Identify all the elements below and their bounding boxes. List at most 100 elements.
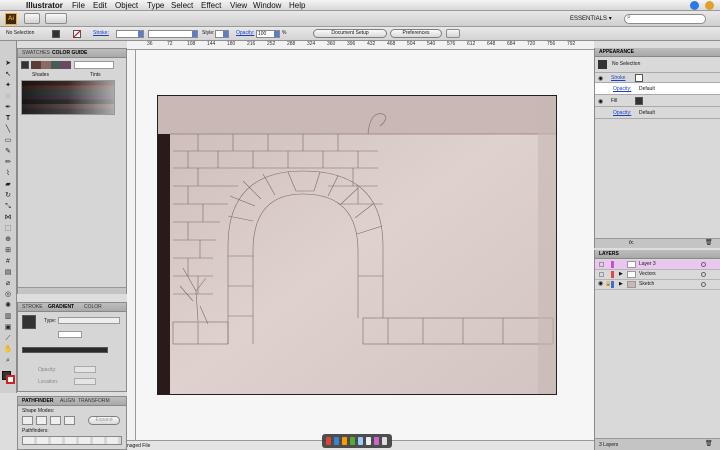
pencil-tool-icon[interactable]: ✏: [3, 158, 13, 167]
fill-row[interactable]: ◉ Fill: [595, 95, 720, 107]
preferences-button[interactable]: Preferences: [390, 29, 442, 38]
expand-triangle-icon[interactable]: ▶: [619, 270, 623, 279]
variable-width-dropdown[interactable]: [148, 30, 198, 38]
fill-row-label[interactable]: Fill: [611, 98, 617, 104]
appearance-title[interactable]: APPEARANCE: [599, 49, 634, 56]
arrange-documents-button[interactable]: [45, 13, 67, 24]
dock-app-icon[interactable]: [358, 437, 363, 445]
sketch-photo[interactable]: [157, 95, 557, 395]
zoom-tool-icon[interactable]: ⌕: [3, 356, 13, 365]
dock-app-icon[interactable]: [326, 437, 331, 445]
app-menu[interactable]: Illustrator: [26, 0, 63, 11]
eyedropper-tool-icon[interactable]: ⌀: [3, 279, 13, 288]
width-tool-icon[interactable]: ⋈: [3, 213, 13, 222]
harmony-strip[interactable]: [31, 61, 71, 69]
menu-select[interactable]: Select: [171, 0, 193, 11]
visibility-toggle[interactable]: [599, 272, 604, 277]
pathfinder-buttons[interactable]: [22, 436, 122, 445]
layer-name[interactable]: Sketch: [639, 280, 654, 289]
direct-selection-tool-icon[interactable]: ↖: [3, 70, 13, 79]
layer-row[interactable]: ▶ Vectors: [595, 270, 720, 280]
dock-app-icon[interactable]: [366, 437, 371, 445]
stroke-label[interactable]: Stroke:: [93, 30, 109, 37]
exclude-button[interactable]: [64, 416, 75, 425]
shape-builder-tool-icon[interactable]: ⊕: [3, 235, 13, 244]
blend-tool-icon[interactable]: ◎: [3, 290, 13, 299]
lasso-tool-icon[interactable]: ◌: [3, 92, 13, 101]
mesh-tool-icon[interactable]: #: [3, 257, 13, 266]
minus-front-button[interactable]: [36, 416, 47, 425]
unite-button[interactable]: [22, 416, 33, 425]
stroke-swatch[interactable]: [73, 30, 81, 38]
fx-button[interactable]: fx.: [629, 240, 634, 246]
line-tool-icon[interactable]: ╲: [3, 125, 13, 134]
hand-tool-icon[interactable]: ✋: [3, 345, 13, 354]
layer-name[interactable]: Layer 3: [639, 260, 656, 269]
menu-extra-icon[interactable]: [705, 1, 714, 10]
artboard-tool-icon[interactable]: ▣: [3, 323, 13, 332]
rectangle-tool-icon[interactable]: ▭: [3, 136, 13, 145]
tab-gradient[interactable]: GRADIENT: [48, 304, 74, 311]
dock-app-icon[interactable]: [374, 437, 379, 445]
layer-row[interactable]: Layer 3: [595, 260, 720, 270]
layers-title[interactable]: LAYERS: [599, 251, 619, 258]
menu-edit[interactable]: Edit: [93, 0, 107, 11]
blob-brush-tool-icon[interactable]: ⌇: [3, 169, 13, 178]
eraser-tool-icon[interactable]: ▰: [3, 180, 13, 189]
harmony-rules-dropdown[interactable]: [74, 61, 114, 69]
expand-button[interactable]: Expand: [88, 416, 120, 425]
pen-tool-icon[interactable]: ✒: [3, 103, 13, 112]
gradient-angle-field[interactable]: [58, 331, 82, 338]
visibility-toggle[interactable]: [599, 262, 604, 267]
free-transform-tool-icon[interactable]: ⬚: [3, 224, 13, 233]
graph-tool-icon[interactable]: ▥: [3, 312, 13, 321]
menu-effect[interactable]: Effect: [201, 0, 221, 11]
tab-transform[interactable]: TRANSFORM: [78, 398, 110, 405]
stroke-none-swatch[interactable]: [635, 74, 643, 82]
fill-swatch[interactable]: [52, 30, 60, 38]
intersect-button[interactable]: [50, 416, 61, 425]
trash-icon[interactable]: 🗑: [705, 440, 713, 447]
target-icon[interactable]: [701, 282, 706, 287]
stroke-weight-dropdown[interactable]: [116, 30, 144, 38]
scale-tool-icon[interactable]: ⤡: [3, 202, 13, 211]
type-tool-icon[interactable]: T: [3, 114, 13, 123]
fill-opacity-label[interactable]: Opacity:: [613, 110, 631, 116]
spotlight-icon[interactable]: [690, 1, 699, 10]
color-variations-grid[interactable]: [21, 80, 115, 115]
opacity-field[interactable]: 100: [256, 30, 280, 38]
stroke-opacity-label[interactable]: Opacity:: [613, 86, 631, 92]
opacity-label[interactable]: Opacity:: [236, 30, 254, 37]
menu-view[interactable]: View: [230, 0, 247, 11]
menu-object[interactable]: Object: [115, 0, 138, 11]
document-setup-button[interactable]: Document Setup: [313, 29, 387, 38]
trash-icon[interactable]: 🗑: [705, 239, 713, 246]
slice-tool-icon[interactable]: ⟋: [3, 334, 13, 343]
tab-color-guide[interactable]: COLOR GUIDE: [52, 50, 87, 57]
dock-app-icon[interactable]: [382, 437, 387, 445]
base-color-swatch[interactable]: [21, 61, 29, 69]
tab-swatches[interactable]: SWATCHES: [22, 50, 50, 57]
stroke-row-label[interactable]: Stroke: [611, 75, 625, 81]
gradient-preview[interactable]: [22, 315, 36, 329]
fill-opacity-row[interactable]: Opacity: Default: [595, 107, 720, 119]
gradient-slider[interactable]: [22, 347, 108, 353]
rotate-tool-icon[interactable]: ↻: [3, 191, 13, 200]
dock-app-icon[interactable]: [334, 437, 339, 445]
target-icon[interactable]: [701, 262, 706, 267]
fill-swatch[interactable]: [635, 97, 643, 105]
visibility-eye-icon[interactable]: ◉: [598, 98, 603, 105]
visibility-eye-icon[interactable]: ◉: [598, 75, 603, 82]
stroke-row[interactable]: ◉ Stroke: [595, 72, 720, 83]
arrange-icon-button[interactable]: [446, 29, 460, 38]
tab-color[interactable]: COLOR: [84, 304, 102, 311]
stroke-opacity-row[interactable]: Opacity: Default: [595, 83, 720, 95]
perspective-grid-tool-icon[interactable]: ⊞: [3, 246, 13, 255]
dock-app-icon[interactable]: [342, 437, 347, 445]
gradient-location-field[interactable]: [74, 378, 96, 385]
tab-stroke[interactable]: STROKE: [22, 304, 43, 311]
workspace-switcher[interactable]: ESSENTIALS ▾: [570, 14, 612, 24]
menu-help[interactable]: Help: [289, 0, 305, 11]
gradient-type-dropdown[interactable]: [58, 317, 120, 324]
magic-wand-tool-icon[interactable]: ✦: [3, 81, 13, 90]
